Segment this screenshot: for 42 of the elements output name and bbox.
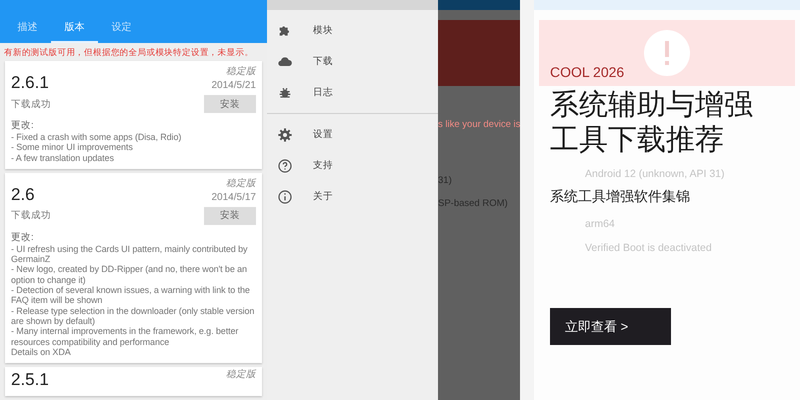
change-line: - Release type selection in the downloader (only stable version are shown by default) (11, 306, 256, 326)
drawer-item[interactable]: 支持 (313, 159, 333, 172)
change-line: - Fixed a crash with some apps (Disa, Rdio) (11, 132, 182, 142)
exclamation-icon (644, 30, 690, 76)
install-button[interactable]: 安装 (204, 206, 256, 225)
changes-heading: 更改: (11, 119, 35, 132)
drawer-item[interactable]: 设置 (313, 128, 333, 141)
release-type: 稳定版 (226, 65, 256, 78)
device-info-text: Verified Boot is deactivated (585, 242, 713, 254)
drawer-item[interactable]: 下载 (313, 55, 333, 68)
change-line: - Many internal improvements in the framework, e.g. better resources compatibility and performance (11, 326, 240, 347)
change-line: - Some minor UI improvements (11, 142, 134, 153)
device-info-text: arm64 (585, 218, 616, 230)
change-line: - UI refresh using the Cards UI pattern, mainly contributed by GermainZ (11, 244, 248, 264)
eyebrow-text: COOL 2026 (550, 64, 624, 80)
warning-text: s like your device is (438, 119, 520, 130)
settings-icon (277, 126, 293, 142)
drawer-item[interactable]: 模块 (313, 24, 333, 37)
drawer-item[interactable]: 日志 (313, 86, 333, 99)
release-type: 稳定版 (226, 176, 256, 190)
help-icon (277, 158, 293, 174)
changes-heading: 更改: (11, 230, 35, 244)
view-now-button[interactable]: 立即查看 > (550, 308, 671, 345)
release-date: 2014/5/21 (212, 80, 256, 91)
version-number: 2.6.1 (11, 72, 49, 93)
download-status: 下载成功 (11, 98, 51, 110)
version-number: 2.5.1 (11, 369, 49, 390)
change-line: - New logo, created by DD-Ripper (and no, there won't be an option to change it) (11, 264, 248, 286)
version-number: 2.6 (11, 184, 35, 205)
info-icon (277, 188, 293, 204)
change-line: - Detection of several known issues, a warning with link to the FAQ item will be shown (11, 285, 251, 306)
change-line: Details on XDA (11, 346, 71, 358)
notice-text: 有新的测试版可用，但根据您的全局或模块特定设置，未显示。 (3, 46, 254, 59)
promo-subtitle: 系统工具增强软件集锦 (550, 188, 690, 206)
download-status: 下载成功 (11, 209, 51, 222)
drawer-item[interactable]: 关于 (313, 190, 333, 203)
change-line: - A few translation updates (11, 152, 115, 163)
release-date: 2014/5/17 (212, 192, 256, 203)
install-button[interactable]: 安装 (204, 95, 256, 113)
device-info-text: Android 12 (unknown, API 31) (585, 168, 726, 180)
release-type: 稳定版 (226, 368, 256, 382)
promo-title: 系统辅助与增强工具下载推荐 (550, 88, 754, 158)
